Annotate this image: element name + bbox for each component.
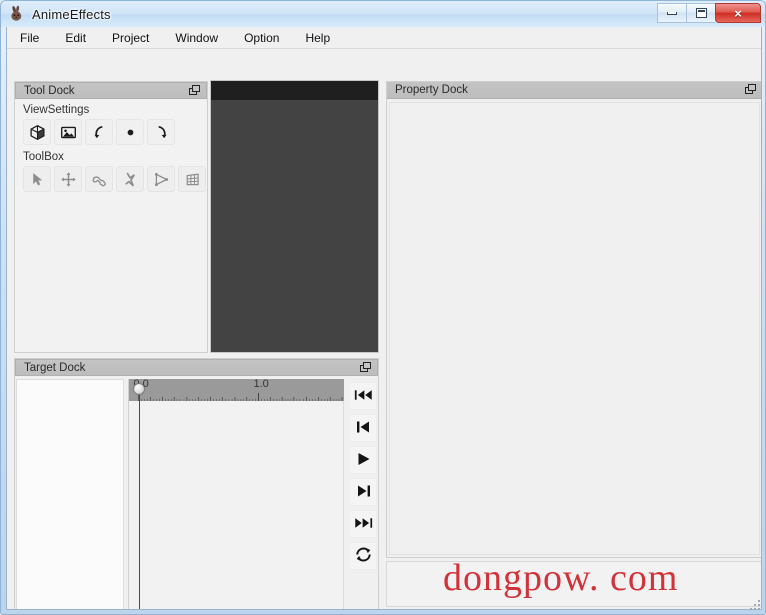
- timeline-ruler[interactable]: 0.0 1.0: [129, 379, 345, 401]
- skip-backward-icon: [354, 387, 373, 406]
- minimize-icon: [667, 11, 677, 15]
- viewsettings-row: [15, 118, 207, 148]
- srt-tool-button[interactable]: [54, 166, 82, 192]
- menu-item-edit[interactable]: Edit: [52, 28, 99, 48]
- target-dock-undock-icon[interactable]: [360, 362, 373, 375]
- step-forward-button[interactable]: [349, 478, 378, 506]
- playback-controls: [348, 382, 378, 609]
- jump-to-end-button[interactable]: [349, 510, 378, 538]
- pose-tool-button[interactable]: [116, 166, 144, 192]
- target-dock-panel: Target Dock 0.0 1.0: [14, 358, 379, 609]
- toolbox-label: ToolBox: [23, 151, 64, 163]
- dot-icon: [122, 124, 139, 141]
- skip-forward-icon: [354, 515, 373, 534]
- play-button[interactable]: [349, 446, 378, 474]
- cursor-arrow-icon: [29, 171, 46, 188]
- menu-item-window[interactable]: Window: [162, 28, 231, 48]
- ffd-tool-button[interactable]: [178, 166, 206, 192]
- step-backward-icon: [354, 419, 373, 438]
- timeline-body[interactable]: [129, 401, 345, 609]
- tool-dock-titlebar: Tool Dock: [15, 82, 207, 99]
- target-dock-body: 0.0 1.0: [15, 378, 378, 609]
- property-dock-body: [389, 102, 760, 555]
- playhead-line: [139, 395, 141, 609]
- bottom-right-panel: dongpow. com: [386, 557, 761, 607]
- show-center-dot-button[interactable]: [116, 119, 144, 145]
- tool-dock-panel: Tool Dock ViewSettings ToolBox: [14, 81, 208, 353]
- rotate-ccw-icon: [91, 124, 108, 141]
- target-dock-titlebar: Target Dock: [15, 359, 378, 376]
- menu-bar: File Edit Project Window Option Help: [7, 27, 761, 49]
- application-window: AnimeEffects × File Edit Project Window …: [0, 0, 766, 615]
- move-cross-icon: [60, 171, 77, 188]
- show-image-button[interactable]: [54, 119, 82, 145]
- cube-icon: [29, 124, 46, 141]
- viewsettings-label: ViewSettings: [23, 104, 90, 116]
- pose-icon: [122, 171, 139, 188]
- tool-dock-body: ViewSettings ToolBox: [15, 99, 207, 195]
- minimize-button[interactable]: [657, 3, 686, 23]
- loop-icon: [354, 546, 373, 566]
- menu-item-option[interactable]: Option: [231, 28, 292, 48]
- loop-button[interactable]: [349, 542, 378, 570]
- maximize-icon: [695, 8, 707, 18]
- ruler-label-1: 1.0: [253, 379, 269, 390]
- tool-dock-title: Tool Dock: [24, 84, 75, 97]
- property-dock-title: Property Dock: [395, 84, 468, 96]
- bone-icon: [91, 171, 108, 188]
- timeline-panel[interactable]: 0.0 1.0: [128, 379, 345, 609]
- window-controls: ×: [657, 3, 761, 23]
- jump-to-start-button[interactable]: [349, 382, 378, 410]
- grid-deform-icon: [184, 171, 201, 188]
- show-3d-cube-button[interactable]: [23, 119, 51, 145]
- property-dock-undock-icon[interactable]: [745, 84, 758, 97]
- play-icon: [354, 451, 373, 470]
- main-canvas[interactable]: [210, 80, 379, 353]
- step-forward-icon: [354, 483, 373, 502]
- canvas-top-strip: [211, 81, 378, 100]
- mesh-tool-button[interactable]: [147, 166, 175, 192]
- menu-item-file[interactable]: File: [7, 28, 52, 48]
- step-back-button[interactable]: [349, 414, 378, 442]
- rotate-left-button[interactable]: [85, 119, 113, 145]
- close-button[interactable]: ×: [715, 3, 761, 23]
- resize-grip[interactable]: [750, 600, 762, 612]
- target-dock-title: Target Dock: [24, 361, 86, 374]
- menu-item-help[interactable]: Help: [292, 28, 343, 48]
- layer-tree-panel[interactable]: [16, 379, 125, 609]
- rabbit-icon: [8, 5, 26, 23]
- bone-tool-button[interactable]: [85, 166, 113, 192]
- property-dock-panel: Property Dock: [386, 81, 761, 558]
- image-icon: [60, 124, 77, 141]
- property-dock-titlebar: Property Dock: [387, 82, 761, 99]
- cursor-tool-button[interactable]: [23, 166, 51, 192]
- rotate-cw-icon: [153, 124, 170, 141]
- watermark-text: dongpow. com: [443, 557, 679, 599]
- maximize-button[interactable]: [686, 3, 715, 23]
- ruler-ticks: [138, 393, 343, 401]
- tool-dock-undock-icon[interactable]: [189, 85, 202, 98]
- client-area: File Edit Project Window Option Help Too…: [6, 27, 762, 610]
- toolbox-row: [15, 165, 207, 195]
- close-icon: ×: [734, 5, 742, 21]
- rotate-right-button[interactable]: [147, 119, 175, 145]
- title-bar: AnimeEffects ×: [1, 1, 765, 27]
- menu-item-project[interactable]: Project: [99, 28, 162, 48]
- mesh-triangle-icon: [153, 171, 170, 188]
- window-title: AnimeEffects: [32, 6, 111, 22]
